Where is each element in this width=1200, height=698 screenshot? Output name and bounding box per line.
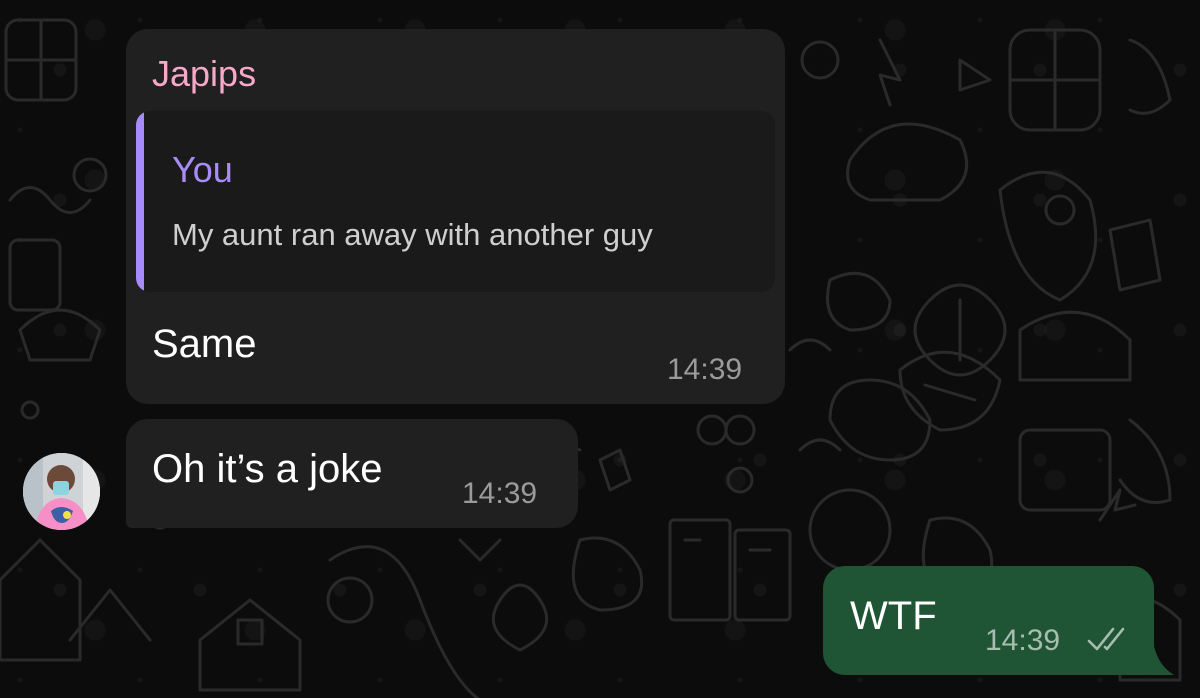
message-text: Oh it’s a joke	[152, 447, 383, 491]
message-bubble-incoming[interactable]: Oh it’s a joke 14:39	[126, 419, 578, 528]
message-timestamp: 14:39	[985, 624, 1061, 657]
message-text: WTF	[850, 594, 937, 638]
message-bubble-incoming[interactable]: Japips You My aunt ran away with another…	[126, 29, 785, 404]
message-timestamp: 14:39	[462, 477, 538, 510]
read-double-check-icon	[1087, 627, 1125, 651]
reply-quote-bar	[136, 111, 144, 292]
message-bubble-outgoing[interactable]: WTF 14:39	[823, 566, 1154, 675]
reply-quote-text: My aunt ran away with another guy	[172, 217, 653, 252]
sender-name[interactable]: Japips	[152, 53, 256, 95]
message-timestamp: 14:39	[667, 353, 743, 386]
reply-quote[interactable]: You My aunt ran away with another guy	[136, 111, 775, 292]
chat-view: Japips You My aunt ran away with another…	[0, 0, 1200, 698]
contact-avatar[interactable]	[23, 453, 100, 530]
message-text: Same	[152, 322, 257, 366]
reply-quote-author: You	[172, 149, 233, 190]
avatar-photo	[23, 453, 100, 530]
